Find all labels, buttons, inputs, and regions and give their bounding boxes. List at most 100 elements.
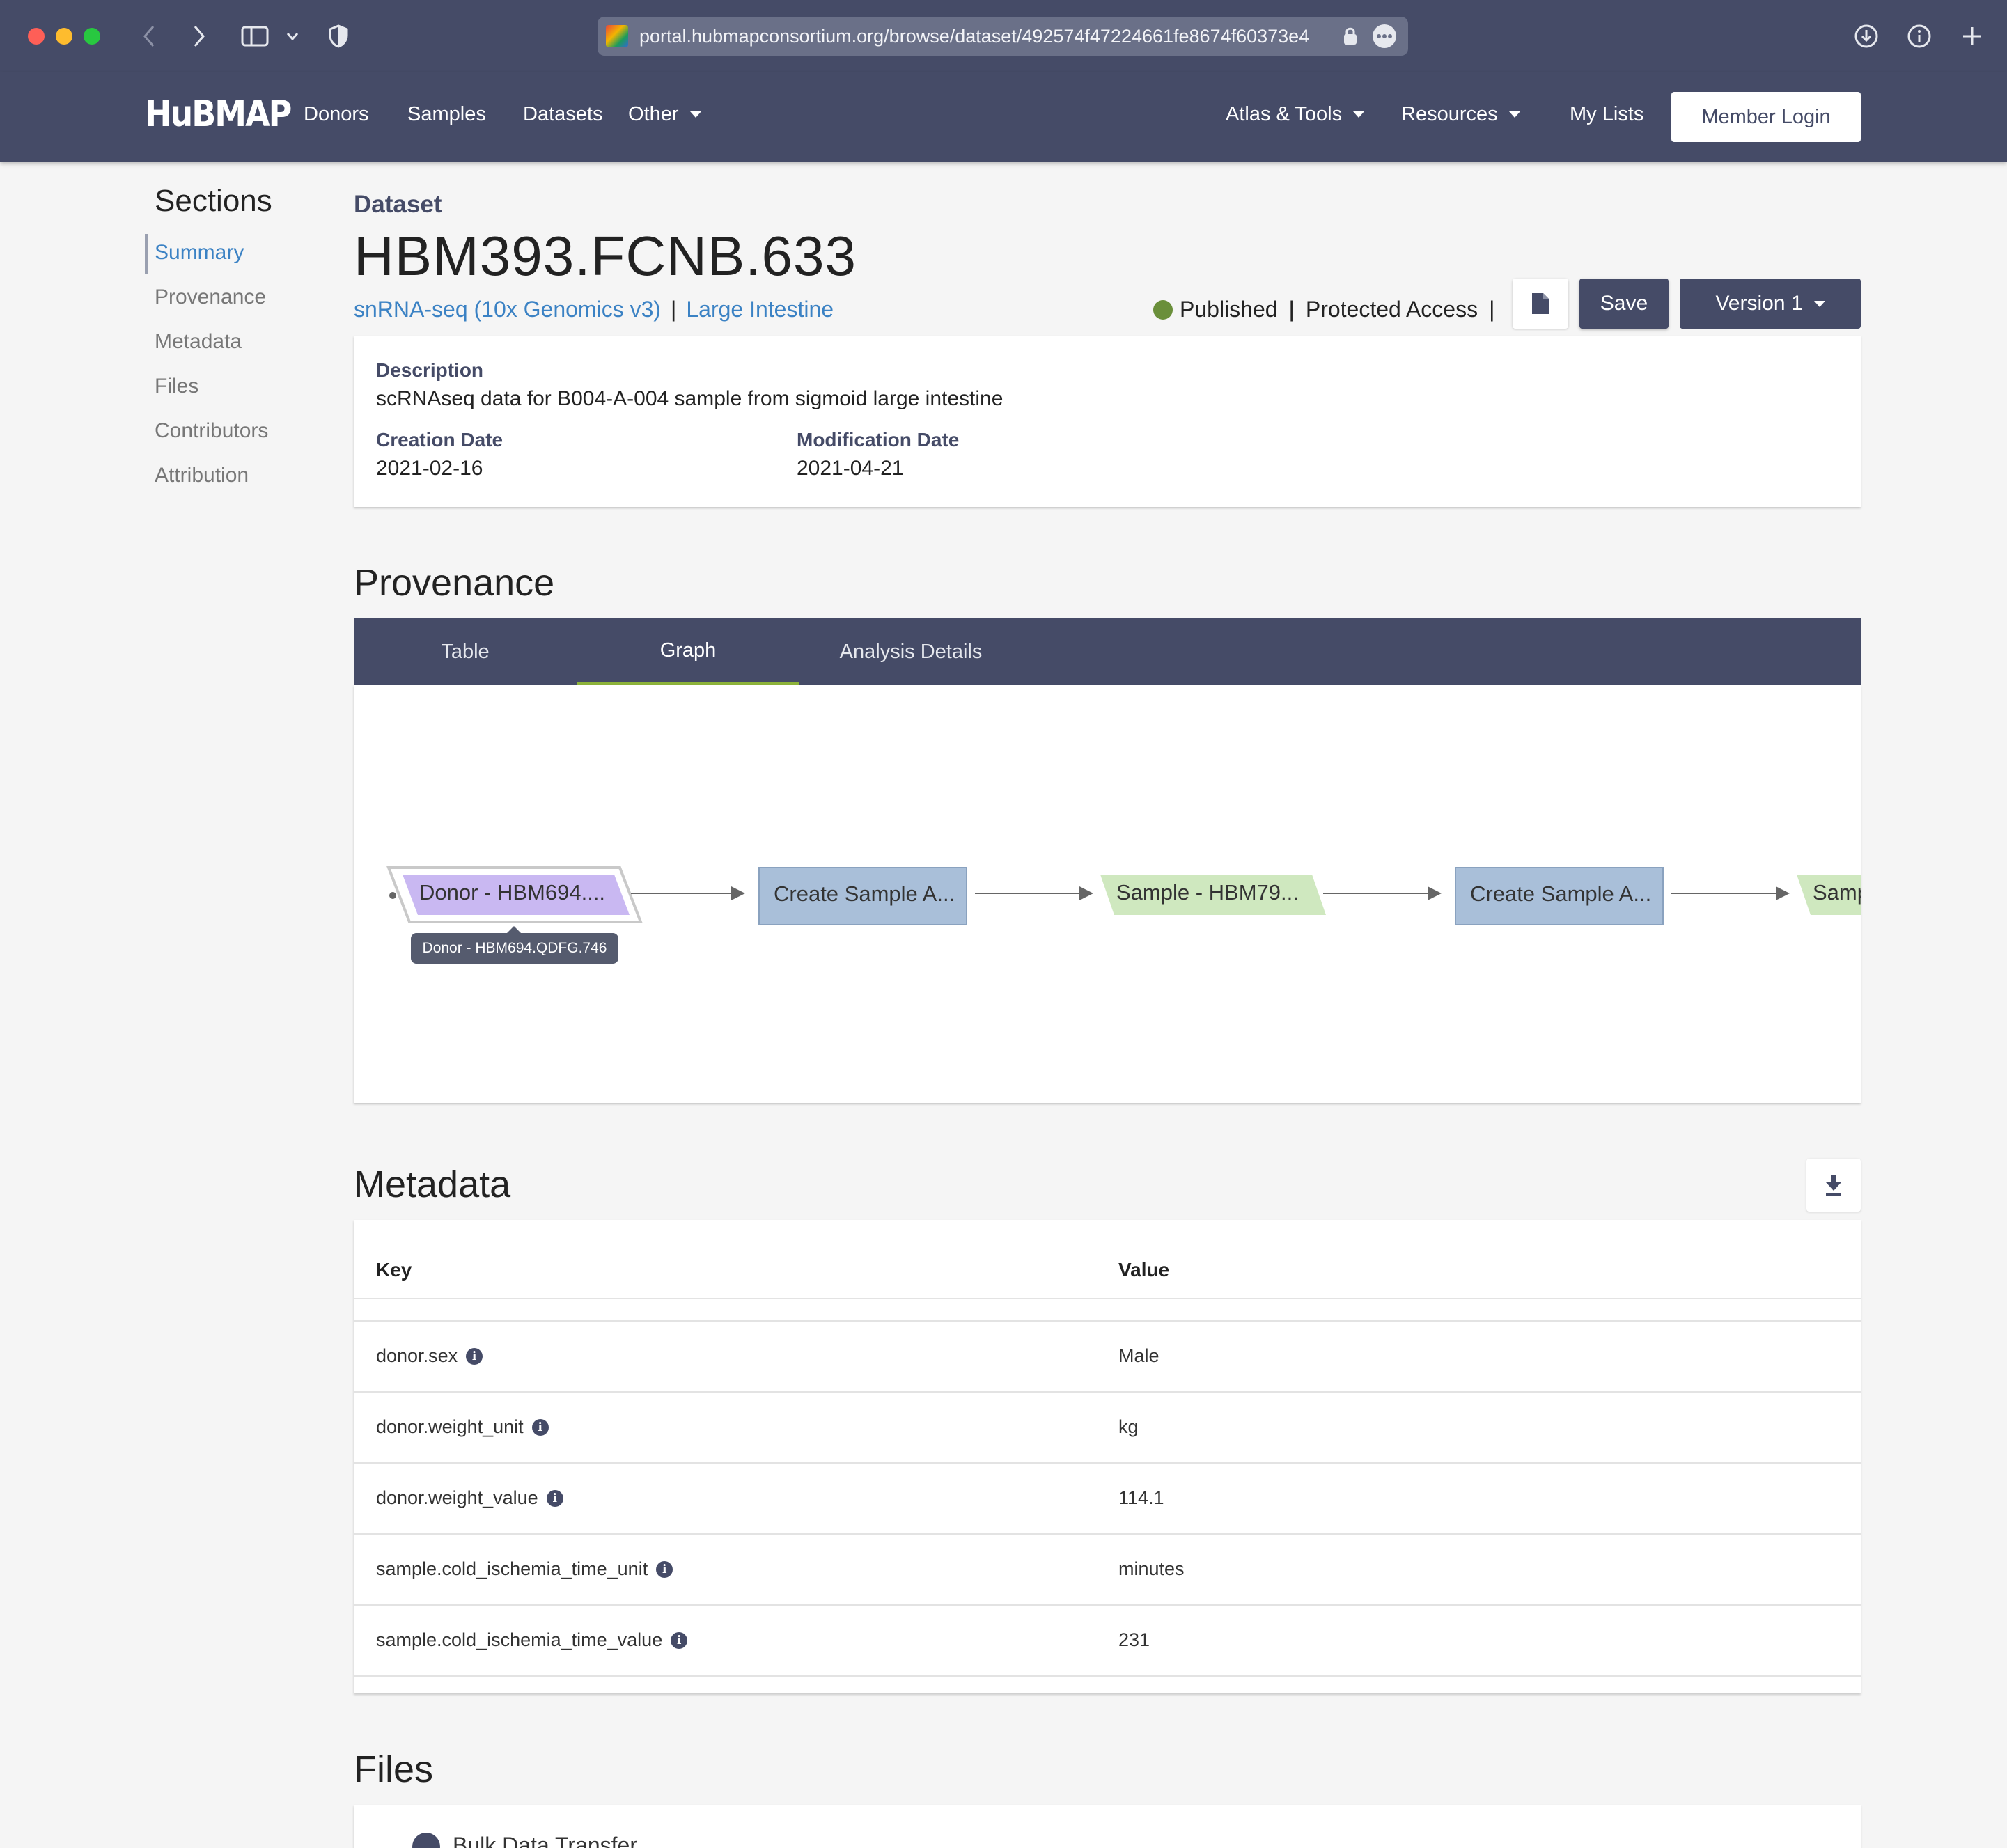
view-json-button[interactable]: [1513, 279, 1568, 329]
minimize-window-button[interactable]: [56, 28, 72, 45]
files-heading: Files: [354, 1748, 434, 1790]
download-metadata-button[interactable]: [1806, 1159, 1861, 1212]
assay-link[interactable]: snRNA-seq (10x Genomics v3): [354, 297, 661, 322]
sample-node-1-label: Sample - HBM79...: [1116, 880, 1299, 905]
caret-down-icon: [1813, 300, 1825, 307]
provenance-tabs: Table Graph Analysis Details: [354, 618, 1861, 685]
sidebar-item-files[interactable]: Files: [155, 375, 198, 398]
metadata-value: Male: [1118, 1345, 1159, 1366]
bulk-transfer-icon: [412, 1833, 440, 1848]
status-badge: Published: [1180, 297, 1278, 322]
tab-analysis-details[interactable]: Analysis Details: [799, 618, 1022, 685]
downloads-icon[interactable]: [1852, 17, 1880, 56]
shield-icon[interactable]: [326, 17, 351, 56]
sidebar-item-provenance[interactable]: Provenance: [155, 285, 266, 309]
column-header-key: Key: [376, 1259, 412, 1281]
caret-down-icon: [689, 111, 701, 118]
metadata-value: 114.1: [1118, 1487, 1164, 1508]
provenance-heading: Provenance: [354, 562, 555, 604]
metadata-key: donor.weight_unit: [376, 1416, 524, 1437]
donor-node-label: Donor - HBM694....: [419, 880, 606, 905]
nav-samples[interactable]: Samples: [407, 103, 486, 126]
lock-icon: [1344, 27, 1357, 45]
modification-date-label: Modification Date: [797, 429, 960, 451]
nav-other-dropdown[interactable]: Other: [628, 103, 701, 126]
more-options-icon[interactable]: [1372, 24, 1397, 49]
files-card: Bulk Data Transfer: [354, 1805, 1861, 1848]
sidebar-item-attribution[interactable]: Attribution: [155, 464, 249, 487]
table-row: sample.cold_ischemia_time_value i 231: [354, 1604, 1861, 1675]
table-row: donor.weight_value i 114.1: [354, 1462, 1861, 1533]
status-bar: Published | Protected Access |: [1153, 297, 1506, 322]
new-tab-icon[interactable]: [1958, 17, 1986, 56]
column-header-value: Value: [1118, 1259, 1170, 1281]
table-row: sample.cold_ischemia_time_unit i minutes: [354, 1533, 1861, 1604]
page-title: HBM393.FCNB.633: [354, 225, 857, 287]
nav-my-lists[interactable]: My Lists: [1570, 103, 1643, 126]
sidebar-item-summary[interactable]: Summary: [155, 241, 244, 265]
sidebar-toggle-icon[interactable]: [240, 17, 270, 56]
organ-link[interactable]: Large Intestine: [686, 297, 834, 322]
sample-node-2-label: Samp: [1813, 880, 1861, 905]
member-login-button[interactable]: Member Login: [1671, 92, 1861, 142]
graph-start-dot: [389, 892, 396, 899]
description-text: scRNAseq data for B004-A-004 sample from…: [376, 387, 1004, 410]
zoom-window-button[interactable]: [84, 28, 100, 45]
nav-other-label: Other: [628, 103, 679, 125]
caret-down-icon: [1353, 111, 1365, 118]
info-icon[interactable]: i: [466, 1347, 483, 1365]
back-icon[interactable]: [136, 17, 162, 56]
info-icon[interactable]: i: [671, 1631, 688, 1649]
separator: |: [1288, 297, 1295, 322]
info-icon[interactable]: i: [546, 1489, 563, 1507]
creation-date-value: 2021-02-16: [376, 457, 483, 480]
nav-atlas-tools-dropdown[interactable]: Atlas & Tools: [1226, 103, 1365, 126]
description-label: Description: [376, 359, 484, 381]
chevron-down-icon[interactable]: [284, 17, 301, 56]
modification-date-value: 2021-04-21: [797, 457, 904, 480]
info-icon[interactable]: i: [656, 1560, 673, 1578]
separator: |: [1489, 297, 1495, 322]
tab-graph[interactable]: Graph: [577, 618, 799, 685]
close-window-button[interactable]: [28, 28, 45, 45]
info-icon[interactable]: [1905, 17, 1933, 56]
tab-table[interactable]: Table: [354, 618, 577, 685]
table-row: donor.weight_unit i kg: [354, 1391, 1861, 1462]
forward-icon[interactable]: [187, 17, 212, 56]
access-level: Protected Access: [1305, 297, 1478, 322]
nav-resources-dropdown[interactable]: Resources: [1401, 103, 1520, 126]
status-dot-icon: [1153, 299, 1173, 320]
table-row: donor.sex i Male: [354, 1320, 1861, 1391]
metadata-key: sample.cold_ischemia_time_value: [376, 1629, 663, 1650]
version-dropdown[interactable]: Version 1: [1680, 279, 1861, 329]
nav-donors[interactable]: Donors: [304, 103, 369, 126]
activity-node-1-label: Create Sample A...: [774, 882, 955, 906]
main-navbar: HuBMAP Donors Samples Datasets Other Atl…: [0, 72, 2007, 162]
provenance-graph[interactable]: Donor - HBM694.... Create Sample A... Sa…: [354, 685, 1861, 1103]
active-section-indicator: [145, 234, 148, 274]
nav-datasets[interactable]: Datasets: [523, 103, 602, 126]
address-bar[interactable]: portal.hubmapconsortium.org/browse/datas…: [598, 17, 1408, 56]
info-icon[interactable]: i: [531, 1418, 549, 1436]
browser-toolbar: portal.hubmapconsortium.org/browse/datas…: [0, 0, 2007, 72]
sidebar-item-metadata[interactable]: Metadata: [155, 330, 242, 354]
table-divider: [354, 1298, 1861, 1320]
metadata-value: kg: [1118, 1416, 1139, 1437]
sections-title: Sections: [155, 184, 272, 218]
hubmap-logo[interactable]: HuBMAP: [145, 93, 292, 134]
metadata-key: sample.cold_ischemia_time_unit: [376, 1558, 648, 1579]
metadata-heading: Metadata: [354, 1164, 511, 1205]
table-footer: [354, 1675, 1861, 1693]
sidebar-item-contributors[interactable]: Contributors: [155, 419, 268, 443]
bulk-transfer-title[interactable]: Bulk Data Transfer: [453, 1833, 637, 1848]
metadata-value: 231: [1118, 1629, 1150, 1650]
metadata-value: minutes: [1118, 1558, 1185, 1579]
metadata-key: donor.weight_value: [376, 1487, 538, 1508]
save-button[interactable]: Save: [1579, 279, 1669, 329]
metadata-table: Key Value donor.sex i Male donor.weight_u…: [354, 1220, 1861, 1693]
entity-type-label: Dataset: [354, 191, 442, 218]
nav-atlas-tools-label: Atlas & Tools: [1226, 103, 1343, 125]
version-label: Version 1: [1715, 292, 1803, 315]
caret-down-icon: [1508, 111, 1520, 118]
node-tooltip: Donor - HBM694.QDFG.746: [411, 926, 618, 964]
